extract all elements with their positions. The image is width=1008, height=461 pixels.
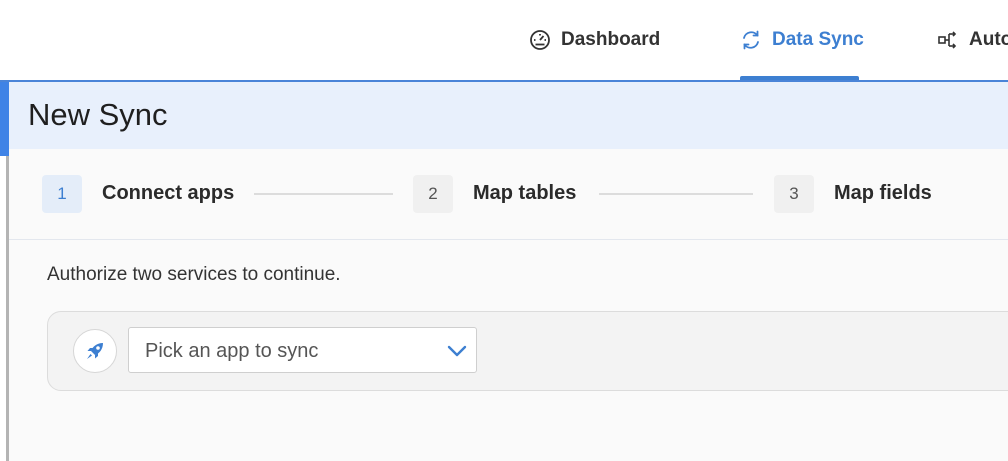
app-select-placeholder: Pick an app to sync (145, 340, 319, 362)
stepper: 1 Connect apps 2 Map tables 3 Map fields (9, 149, 1008, 240)
tab-automations-label: Auto (969, 29, 1008, 50)
sync-icon (740, 29, 762, 51)
step-1-number[interactable]: 1 (42, 175, 82, 213)
step-3-label[interactable]: Map fields (834, 182, 932, 205)
app-picker-card: Pick an app to sync (47, 311, 1008, 391)
gauge-icon (529, 29, 551, 51)
step-1-label[interactable]: Connect apps (102, 182, 234, 205)
page-title: New Sync (28, 97, 168, 132)
main-content: 1 Connect apps 2 Map tables 3 Map fields… (9, 149, 1008, 461)
instructions-text: Authorize two services to continue. (47, 264, 341, 285)
left-accent-bar (0, 82, 9, 156)
step-connector (599, 193, 753, 195)
automation-icon (937, 29, 959, 51)
step-2-number[interactable]: 2 (413, 175, 453, 213)
step-connector (254, 193, 393, 195)
tab-dashboard[interactable]: Dashboard (529, 0, 660, 80)
top-navigation: Dashboard Data Sync Auto (0, 0, 1008, 80)
step-2-label[interactable]: Map tables (473, 182, 576, 205)
step-3-number[interactable]: 3 (774, 175, 814, 213)
rocket-icon (73, 329, 117, 373)
tab-data-sync[interactable]: Data Sync (740, 0, 864, 80)
app-select-dropdown[interactable]: Pick an app to sync (128, 327, 477, 373)
chevron-down-icon (446, 341, 468, 361)
page-header: New Sync (9, 82, 1008, 149)
tab-dashboard-label: Dashboard (561, 29, 661, 50)
tab-automations[interactable]: Auto (937, 0, 1008, 80)
tab-data-sync-label: Data Sync (772, 29, 864, 50)
